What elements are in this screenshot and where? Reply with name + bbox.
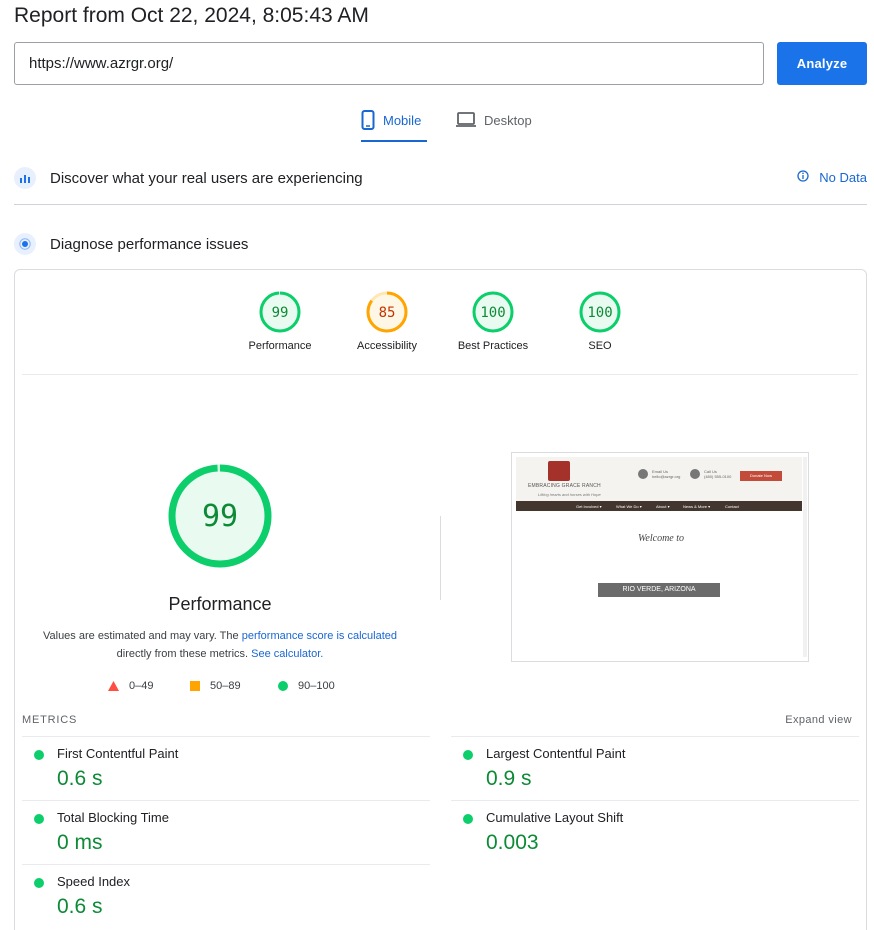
- performance-title: Performance: [168, 594, 272, 614]
- gauge-label: SEO: [588, 340, 612, 352]
- page-screenshot: EMBRACING GRACE RANCH Lifting hearts and…: [511, 452, 809, 662]
- gauge-label: Accessibility: [357, 340, 417, 352]
- screenshot-nav-item: Contact: [725, 504, 739, 509]
- metric-value: 0.003: [486, 831, 539, 854]
- square-icon: [190, 681, 200, 691]
- metric-total-blocking-time: Total Blocking Time 0 ms: [22, 800, 430, 864]
- gauge-svg: 100: [472, 291, 514, 333]
- no-data-link[interactable]: No Data: [797, 170, 867, 185]
- circle-icon: [278, 681, 288, 691]
- tab-desktop[interactable]: Desktop: [456, 106, 540, 142]
- pass-circle-icon: [463, 814, 473, 824]
- gauges-divider: [22, 374, 858, 375]
- metric-first-contentful-paint: First Contentful Paint 0.6 s: [22, 736, 430, 800]
- metric-value: 0.6 s: [57, 767, 103, 790]
- analyze-button[interactable]: Analyze: [777, 42, 867, 85]
- gauge-score: 85: [379, 305, 396, 321]
- note-text: Values are estimated and may vary. The: [42, 630, 242, 642]
- gauge-svg: 85: [366, 291, 408, 333]
- field-data-title: Discover what your real users are experi…: [50, 169, 363, 187]
- tab-mobile-label: Mobile: [383, 113, 422, 128]
- phone-icon: [690, 469, 700, 479]
- gauge-score: 100: [587, 305, 612, 321]
- category-gauge-seo[interactable]: 100 SEO: [550, 290, 650, 352]
- screenshot-logo-text: EMBRACING GRACE RANCH: [528, 483, 601, 489]
- category-gauge-best-practices[interactable]: 100 Best Practices: [443, 290, 543, 352]
- screenshot-email: Email Us hello@azrgr.org: [652, 469, 680, 479]
- gauge-label: Best Practices: [457, 340, 529, 352]
- legend-range: 50–89: [210, 680, 241, 692]
- score-calculated-link[interactable]: performance score is calculated: [242, 630, 397, 642]
- category-gauge-accessibility[interactable]: 85 Accessibility: [337, 290, 437, 352]
- screenshot-nav-item: What We Do ▾: [616, 504, 642, 509]
- screenshot-nav-item: News & More ▾: [683, 504, 711, 509]
- triangle-icon: [108, 681, 119, 691]
- metric-name: First Contentful Paint: [57, 746, 179, 761]
- report-title: Report from Oct 22, 2024, 8:05:43 AM: [14, 4, 369, 27]
- lab-icon: [14, 233, 36, 255]
- screenshot-scrollbar: [803, 457, 807, 657]
- metric-value: 0.6 s: [57, 895, 103, 918]
- ranch-logo: [548, 461, 570, 481]
- email-icon: [638, 469, 648, 479]
- screenshot-header: EMBRACING GRACE RANCH Lifting hearts and…: [516, 457, 802, 503]
- diagnose-title: Diagnose performance issues: [50, 235, 249, 253]
- metric-value: 0 ms: [57, 831, 103, 854]
- gauge-label: Performance: [248, 340, 312, 352]
- screenshot-nav: Get Involved ▾ What We Do ▾ About ▾ News…: [516, 501, 802, 511]
- metric-name: Largest Contentful Paint: [486, 746, 626, 761]
- performance-score: 99: [202, 499, 238, 534]
- diagnose-section: Diagnose performance issues: [14, 229, 867, 259]
- tab-mobile[interactable]: Mobile: [361, 106, 427, 142]
- screenshot-welcome: Welcome to: [638, 533, 685, 544]
- gauge-score: 100: [480, 305, 505, 321]
- metric-largest-contentful-paint: Largest Contentful Paint 0.9 s: [451, 736, 859, 800]
- legend-range: 90–100: [298, 680, 335, 692]
- metric-cumulative-layout-shift: Cumulative Layout Shift 0.003: [451, 800, 859, 864]
- metric-name: Cumulative Layout Shift: [486, 810, 624, 825]
- screenshot-banner: RIO VERDE, ARIZONA: [598, 583, 720, 597]
- metric-name: Speed Index: [57, 874, 131, 889]
- pass-circle-icon: [463, 750, 473, 760]
- pass-circle-icon: [34, 814, 44, 824]
- no-data-label: No Data: [819, 170, 867, 185]
- screenshot-call: Call Us (480) 555-0100: [704, 469, 731, 479]
- metric-value: 0.9 s: [486, 767, 532, 790]
- metric-speed-index: Speed Index 0.6 s: [22, 864, 430, 928]
- legend-fail: 0–49: [108, 680, 153, 692]
- pass-circle-icon: [34, 878, 44, 888]
- metric-name: Total Blocking Time: [57, 810, 169, 825]
- section-divider: [14, 204, 867, 205]
- field-data-section: Discover what your real users are experi…: [14, 163, 867, 193]
- laptop-icon: [456, 110, 476, 131]
- performance-gauge: 99: [168, 464, 272, 568]
- users-chart-icon: [14, 167, 36, 189]
- screenshot-donate: Donate Now: [740, 471, 782, 481]
- call-value: (480) 555-0100: [704, 474, 732, 479]
- email-value: hello@azrgr.org: [652, 474, 681, 479]
- screenshot-nav-item: About ▾: [656, 504, 670, 509]
- gauge-svg: 99: [259, 291, 301, 333]
- screenshot-nav-item: Get Involved ▾: [576, 504, 602, 509]
- url-input[interactable]: [14, 42, 764, 85]
- vertical-separator: [440, 516, 441, 600]
- category-gauge-performance[interactable]: 99 Performance: [230, 290, 330, 352]
- see-calculator-link[interactable]: See calculator.: [251, 648, 323, 660]
- smartphone-icon: [361, 110, 375, 133]
- performance-note: Values are estimated and may vary. The p…: [30, 627, 410, 663]
- note-text: directly from these metrics.: [116, 648, 252, 660]
- expand-view-toggle[interactable]: Expand view: [785, 714, 852, 726]
- gauge-svg: 100: [579, 291, 621, 333]
- screenshot-tagline: Lifting hearts and horses with Hope: [538, 492, 601, 497]
- legend-average: 50–89: [190, 680, 241, 692]
- pass-circle-icon: [34, 750, 44, 760]
- tab-desktop-label: Desktop: [484, 113, 532, 128]
- metrics-label: METRICS: [22, 714, 78, 726]
- legend-pass: 90–100: [278, 680, 335, 692]
- gauge-score: 99: [272, 305, 289, 321]
- legend-range: 0–49: [129, 680, 154, 692]
- info-icon: [797, 170, 809, 185]
